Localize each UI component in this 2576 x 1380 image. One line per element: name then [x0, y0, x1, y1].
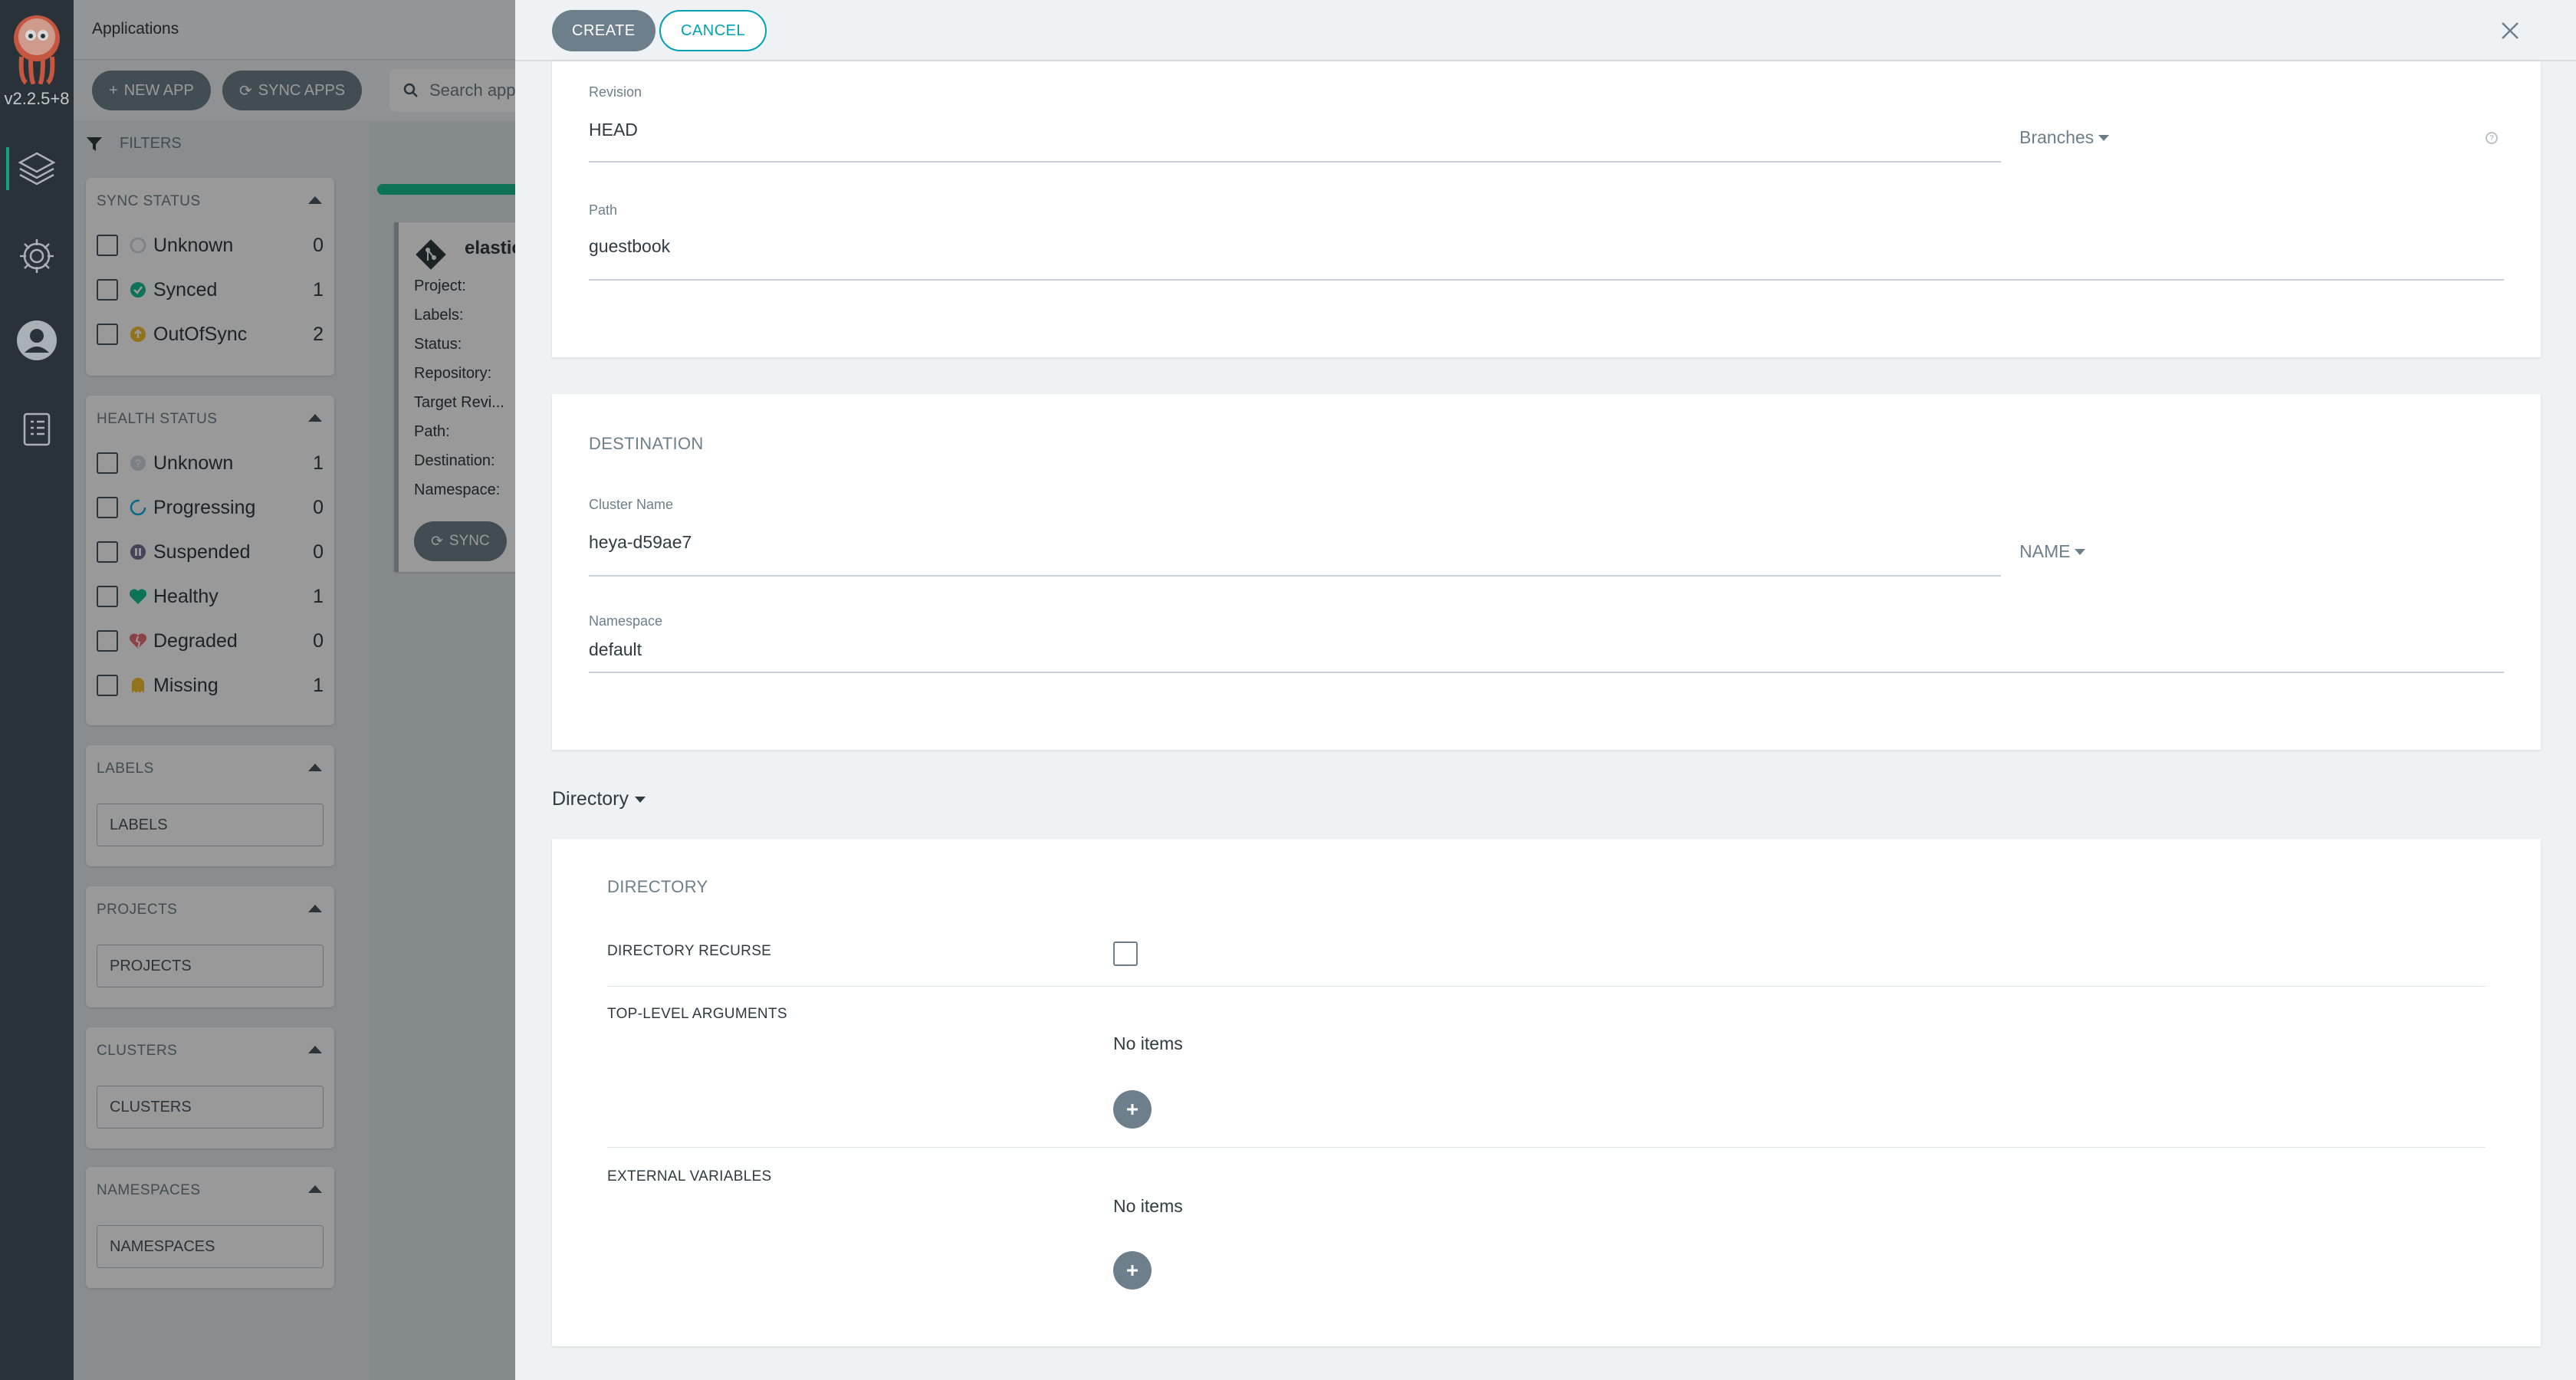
directory-recurse-label: DIRECTORY RECURSE: [607, 943, 772, 959]
ext-empty-text: No items: [1113, 1196, 1183, 1216]
nav-overlay: [0, 0, 74, 1380]
add-external-variable-button[interactable]: [1113, 1251, 1152, 1290]
divider: [607, 1147, 2486, 1148]
cluster-underline: [589, 575, 2001, 577]
destination-section: DESTINATION Cluster Name heya-d59ae7 NAM…: [552, 394, 2541, 750]
plus-icon: [1127, 1265, 1138, 1276]
plus-icon: [1127, 1104, 1138, 1115]
destination-title: DESTINATION: [589, 434, 704, 453]
help-icon[interactable]: ?: [2486, 132, 2498, 144]
divider: [607, 986, 2486, 987]
directory-title: DIRECTORY: [607, 877, 708, 896]
path-input[interactable]: guestbook: [589, 236, 670, 257]
namespace-input[interactable]: default: [589, 639, 642, 660]
external-variables-label: EXTERNAL VARIABLES: [607, 1168, 772, 1184]
panel-header: CREATE CANCEL: [515, 0, 2576, 61]
path-underline: [589, 279, 2504, 281]
cancel-button[interactable]: CANCEL: [659, 10, 767, 51]
revision-underline: [589, 161, 2001, 163]
source-type-label: Directory: [552, 788, 629, 810]
cluster-mode-label: NAME: [2019, 541, 2071, 561]
path-label: Path: [589, 202, 618, 218]
cluster-name-input[interactable]: heya-d59ae7: [589, 532, 692, 553]
create-app-panel: CREATE CANCEL Revision HEAD Branches ? P…: [515, 0, 2576, 1380]
directory-recurse-checkbox[interactable]: [1113, 941, 1138, 966]
namespace-underline: [589, 672, 2504, 673]
cluster-name-label: Cluster Name: [589, 497, 674, 512]
tla-empty-text: No items: [1113, 1033, 1183, 1053]
revision-type-dropdown[interactable]: Branches: [2019, 127, 2110, 148]
cluster-mode-dropdown[interactable]: NAME: [2019, 541, 2086, 562]
caret-down-icon: [635, 796, 646, 803]
revision-label: Revision: [589, 84, 642, 100]
modal-backdrop[interactable]: [74, 0, 515, 1380]
source-type-dropdown[interactable]: Directory: [552, 788, 646, 810]
namespace-label: Namespace: [589, 613, 663, 629]
close-icon[interactable]: [2499, 20, 2521, 41]
directory-section: DIRECTORY DIRECTORY RECURSE TOP-LEVEL AR…: [552, 839, 2541, 1346]
source-section: Revision HEAD Branches ? Path guestbook: [552, 61, 2541, 357]
revision-type-label: Branches: [2019, 127, 2095, 147]
create-button[interactable]: CREATE: [552, 10, 656, 51]
revision-input[interactable]: HEAD: [589, 120, 638, 140]
caret-down-icon: [2098, 134, 2110, 141]
top-level-arguments-label: TOP-LEVEL ARGUMENTS: [607, 1006, 787, 1022]
add-tla-button[interactable]: [1113, 1090, 1152, 1129]
caret-down-icon: [2075, 548, 2086, 555]
